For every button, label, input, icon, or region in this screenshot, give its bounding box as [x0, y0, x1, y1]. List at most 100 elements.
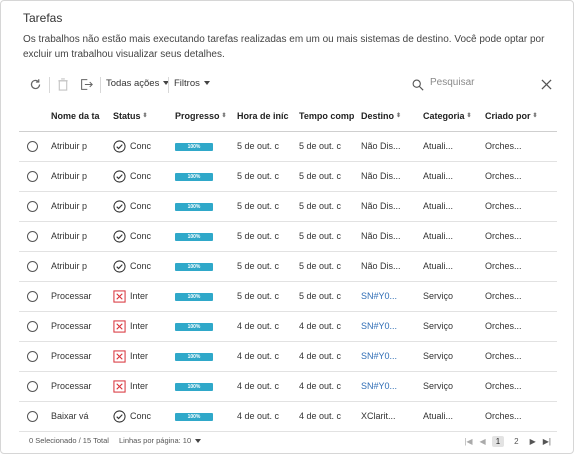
rows-per-page-select[interactable]: Linhas por página: 10	[119, 436, 202, 445]
col-header-complete-time[interactable]: Tempo comp	[299, 101, 361, 132]
search-icon	[412, 78, 424, 96]
status-text: Conc	[130, 411, 152, 421]
status-cell: Conc	[113, 131, 175, 162]
table-row[interactable]: Atribuir p Conc 100% 5 de out. c5 de out. c…	[19, 221, 557, 252]
row-radio[interactable]	[27, 410, 38, 422]
target-link[interactable]: SN#Y0...	[361, 311, 423, 342]
complete-time: 5 de out. c	[299, 191, 361, 222]
filters-label: Filtros	[174, 78, 200, 89]
x-box-icon	[113, 289, 130, 303]
row-radio[interactable]	[27, 170, 38, 182]
complete-time: 4 de out. c	[299, 401, 361, 432]
start-time: 5 de out. c	[237, 191, 299, 222]
close-icon[interactable]	[541, 77, 552, 95]
task-name: Processar	[51, 371, 113, 402]
created-by: Orches...	[485, 371, 557, 402]
row-radio[interactable]	[27, 140, 38, 152]
next-page-icon[interactable]: ▶	[530, 437, 536, 446]
progress-bar: 100%	[175, 382, 213, 391]
col-header-status[interactable]: Status ⬍	[113, 101, 175, 132]
row-radio[interactable]	[27, 380, 38, 392]
check-circle-icon	[113, 169, 130, 183]
col-header-category[interactable]: Categoria ⬍	[423, 101, 485, 132]
col-header-target[interactable]: Destino ⬍	[361, 101, 423, 132]
check-circle-icon	[113, 139, 130, 153]
row-radio[interactable]	[27, 350, 38, 362]
status-cell: Inter	[113, 281, 175, 312]
complete-time: 4 de out. c	[299, 371, 361, 402]
created-by: Orches...	[485, 311, 557, 342]
page-button-2[interactable]: 2	[510, 436, 522, 447]
col-header-progress[interactable]: Progresso ⬍	[175, 101, 237, 132]
table-row[interactable]: Processar Inter 100% 4 de out. c4 de out. c…	[19, 341, 557, 372]
start-time: 4 de out. c	[237, 371, 299, 402]
target-link[interactable]: SN#Y0...	[361, 371, 423, 402]
progress-cell: 100%	[175, 341, 237, 372]
start-time: 5 de out. c	[237, 131, 299, 162]
status-text: Conc	[130, 231, 152, 241]
target-link[interactable]: SN#Y0...	[361, 341, 423, 372]
check-circle-icon	[113, 229, 130, 243]
sort-icon: ⬍	[532, 113, 538, 120]
row-radio[interactable]	[27, 320, 38, 332]
table-row[interactable]: Processar Inter 100% 4 de out. c4 de out. c…	[19, 311, 557, 342]
sort-icon: ⬍	[221, 113, 227, 120]
first-page-icon[interactable]: |◀	[464, 437, 472, 446]
tasks-panel: Tarefas Os trabalhos não estão mais exec…	[0, 0, 574, 454]
progress-bar: 100%	[175, 352, 213, 361]
category: Atuali...	[423, 131, 485, 162]
table-row[interactable]: Processar Inter 100% 5 de out. c5 de out. c…	[19, 281, 557, 312]
complete-time: 5 de out. c	[299, 251, 361, 282]
table-row[interactable]: Atribuir p Conc 100% 5 de out. c5 de out. c…	[19, 191, 557, 222]
search-input[interactable]: Pesquisar	[412, 76, 542, 94]
check-circle-icon	[113, 199, 130, 213]
tasks-table: Nome da ta Status ⬍ Progresso ⬍ Hora de in…	[19, 101, 557, 432]
target-link[interactable]: SN#Y0...	[361, 281, 423, 312]
category: Serviço	[423, 311, 485, 342]
sort-icon: ⬍	[396, 113, 402, 120]
created-by: Orches...	[485, 281, 557, 312]
target-text: Não Dis...	[361, 131, 423, 162]
toolbar-divider	[100, 77, 101, 93]
category: Atuali...	[423, 401, 485, 432]
selection-count: 0 Selecionado / 15 Total	[29, 436, 109, 445]
start-time: 5 de out. c	[237, 251, 299, 282]
all-actions-menu[interactable]: Todas ações	[106, 78, 170, 89]
start-time: 4 de out. c	[237, 311, 299, 342]
category: Atuali...	[423, 221, 485, 252]
table-row[interactable]: Atribuir p Conc 100% 5 de out. c5 de out. c…	[19, 131, 557, 162]
table-row[interactable]: Atribuir p Conc 100% 5 de out. c5 de out. c…	[19, 251, 557, 282]
complete-time: 5 de out. c	[299, 281, 361, 312]
all-actions-label: Todas ações	[106, 78, 160, 89]
col-header-start-time[interactable]: Hora de iníc	[237, 101, 299, 132]
progress-cell: 100%	[175, 161, 237, 192]
row-radio[interactable]	[27, 200, 38, 212]
col-header-name[interactable]: Nome da ta	[51, 101, 113, 132]
progress-bar: 100%	[175, 232, 213, 241]
check-circle-icon	[113, 259, 130, 273]
prev-page-icon[interactable]: ◀	[480, 437, 486, 446]
filters-menu[interactable]: Filtros	[174, 78, 210, 89]
table-row[interactable]: Processar Inter 100% 4 de out. c4 de out. c…	[19, 371, 557, 402]
row-select-cell	[19, 131, 51, 162]
row-radio[interactable]	[27, 230, 38, 242]
col-header-created-by[interactable]: Criado por ⬍	[485, 101, 557, 132]
table-row[interactable]: Baixar vá Conc 100% 4 de out. c4 de out. cX…	[19, 401, 557, 432]
export-icon[interactable]	[78, 76, 94, 92]
status-cell: Conc	[113, 251, 175, 282]
trash-icon[interactable]	[55, 76, 71, 92]
last-page-icon[interactable]: ▶|	[543, 437, 551, 446]
x-box-icon	[113, 319, 130, 333]
progress-bar: 100%	[175, 202, 213, 211]
task-name: Atribuir p	[51, 161, 113, 192]
row-radio[interactable]	[27, 260, 38, 272]
start-time: 5 de out. c	[237, 221, 299, 252]
table-row[interactable]: Atribuir p Conc 100% 5 de out. c5 de out. c…	[19, 161, 557, 192]
page-button-1[interactable]: 1	[491, 435, 505, 447]
refresh-icon[interactable]	[27, 76, 43, 92]
status-cell: Inter	[113, 341, 175, 372]
task-name: Atribuir p	[51, 191, 113, 222]
row-radio[interactable]	[27, 290, 38, 302]
progress-cell: 100%	[175, 251, 237, 282]
start-time: 4 de out. c	[237, 341, 299, 372]
